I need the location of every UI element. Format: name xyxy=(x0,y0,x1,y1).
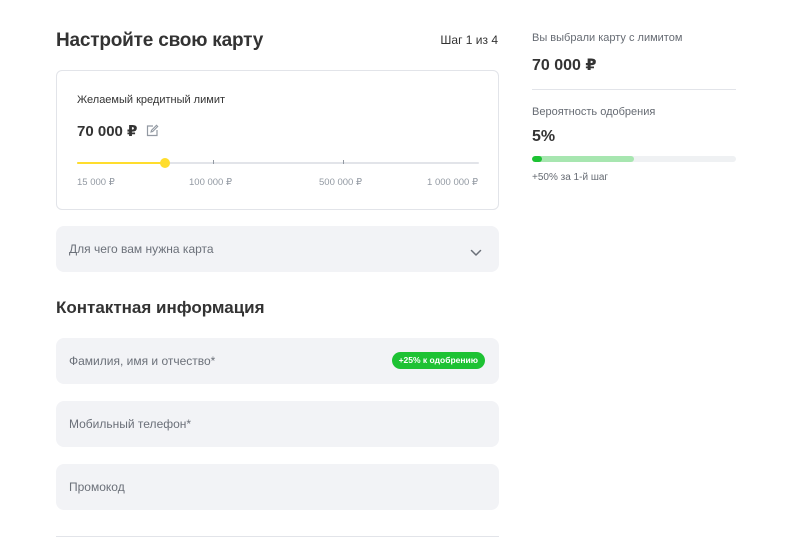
mobile-phone-field[interactable]: Мобильный телефон* xyxy=(56,401,499,447)
purpose-select-placeholder: Для чего вам нужна карта xyxy=(69,242,214,256)
credit-limit-amount[interactable]: 70 000 ₽ xyxy=(77,122,137,140)
slider-tick xyxy=(213,160,214,164)
promo-code-field[interactable]: Промокод xyxy=(56,464,499,510)
promo-code-placeholder: Промокод xyxy=(69,480,125,494)
approval-probability-bar xyxy=(532,156,736,162)
mobile-phone-placeholder: Мобильный телефон* xyxy=(69,417,192,431)
approval-step-note: +50% за 1-й шаг xyxy=(532,172,609,183)
slider-tick-label: 15 000 ₽ xyxy=(77,177,115,188)
full-name-placeholder: Фамилия, имя и отчество* xyxy=(69,354,216,368)
approval-bonus-badge: +25% к одобрению xyxy=(391,352,485,369)
chevron-down-icon xyxy=(470,244,482,256)
section-title-contacts: Контактная информация xyxy=(56,298,265,317)
full-name-field[interactable]: Фамилия, имя и отчество* +25% к одобрени… xyxy=(56,338,499,384)
approval-probability-value: 5% xyxy=(532,128,556,145)
pencil-edit-icon[interactable] xyxy=(145,124,159,138)
page-title: Настройте свою карту xyxy=(56,30,264,51)
approval-probability-label: Вероятность одобрения xyxy=(532,106,656,118)
slider-tick-label: 500 000 ₽ xyxy=(319,177,363,188)
credit-limit-slider[interactable] xyxy=(77,157,479,169)
approval-projected-fill xyxy=(532,156,634,162)
slider-tick-label: 1 000 000 ₽ xyxy=(427,177,478,188)
summary-divider xyxy=(532,89,736,90)
credit-limit-card: Желаемый кредитный лимит 70 000 ₽ 15 000… xyxy=(56,70,499,210)
approval-current-fill xyxy=(532,156,543,162)
chosen-limit-value: 70 000 ₽ xyxy=(532,57,597,74)
slider-fill xyxy=(77,162,166,164)
slider-thumb[interactable] xyxy=(160,158,171,168)
step-indicator: Шаг 1 из 4 xyxy=(440,33,498,47)
credit-limit-amount-row[interactable]: 70 000 ₽ xyxy=(77,122,159,140)
credit-limit-label: Желаемый кредитный лимит xyxy=(77,94,225,106)
slider-tick xyxy=(343,160,344,164)
chosen-limit-label: Вы выбрали карту с лимитом xyxy=(532,32,683,44)
slider-tick-label: 100 000 ₽ xyxy=(189,177,233,188)
purpose-select[interactable]: Для чего вам нужна карта xyxy=(56,226,499,272)
form-bottom-divider xyxy=(56,536,499,537)
